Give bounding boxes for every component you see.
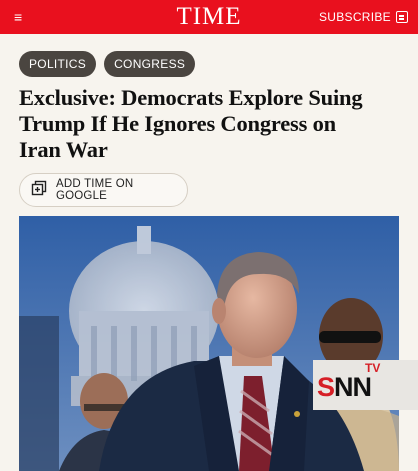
add-time-on-google-button[interactable]: ADD TIME ON GOOGLE <box>19 173 188 207</box>
topic-tags: POLITICS CONGRESS <box>19 51 196 77</box>
hamburger-menu-icon[interactable]: ≡ <box>14 10 22 24</box>
watermark-s: S <box>317 372 335 402</box>
add-source-icon <box>31 180 47 201</box>
newspaper-icon <box>396 11 408 23</box>
article-photo <box>19 216 399 471</box>
time-logo[interactable]: TIME <box>176 3 241 31</box>
snn-watermark-logo: TV SNN <box>313 360 418 410</box>
add-time-on-google-label: ADD TIME ON GOOGLE <box>56 178 134 202</box>
watermark-nn: NN <box>334 372 372 402</box>
top-bar: ≡ TIME SUBSCRIBE <box>0 0 418 34</box>
article-headline: Exclusive: Democrats Explore Suing Trump… <box>19 85 363 162</box>
tag-congress[interactable]: CONGRESS <box>104 51 196 77</box>
subscribe-label: SUBSCRIBE <box>318 10 391 24</box>
watermark-text: SNN <box>317 372 372 403</box>
subscribe-button[interactable]: SUBSCRIBE <box>319 10 408 24</box>
tag-politics[interactable]: POLITICS <box>19 51 97 77</box>
